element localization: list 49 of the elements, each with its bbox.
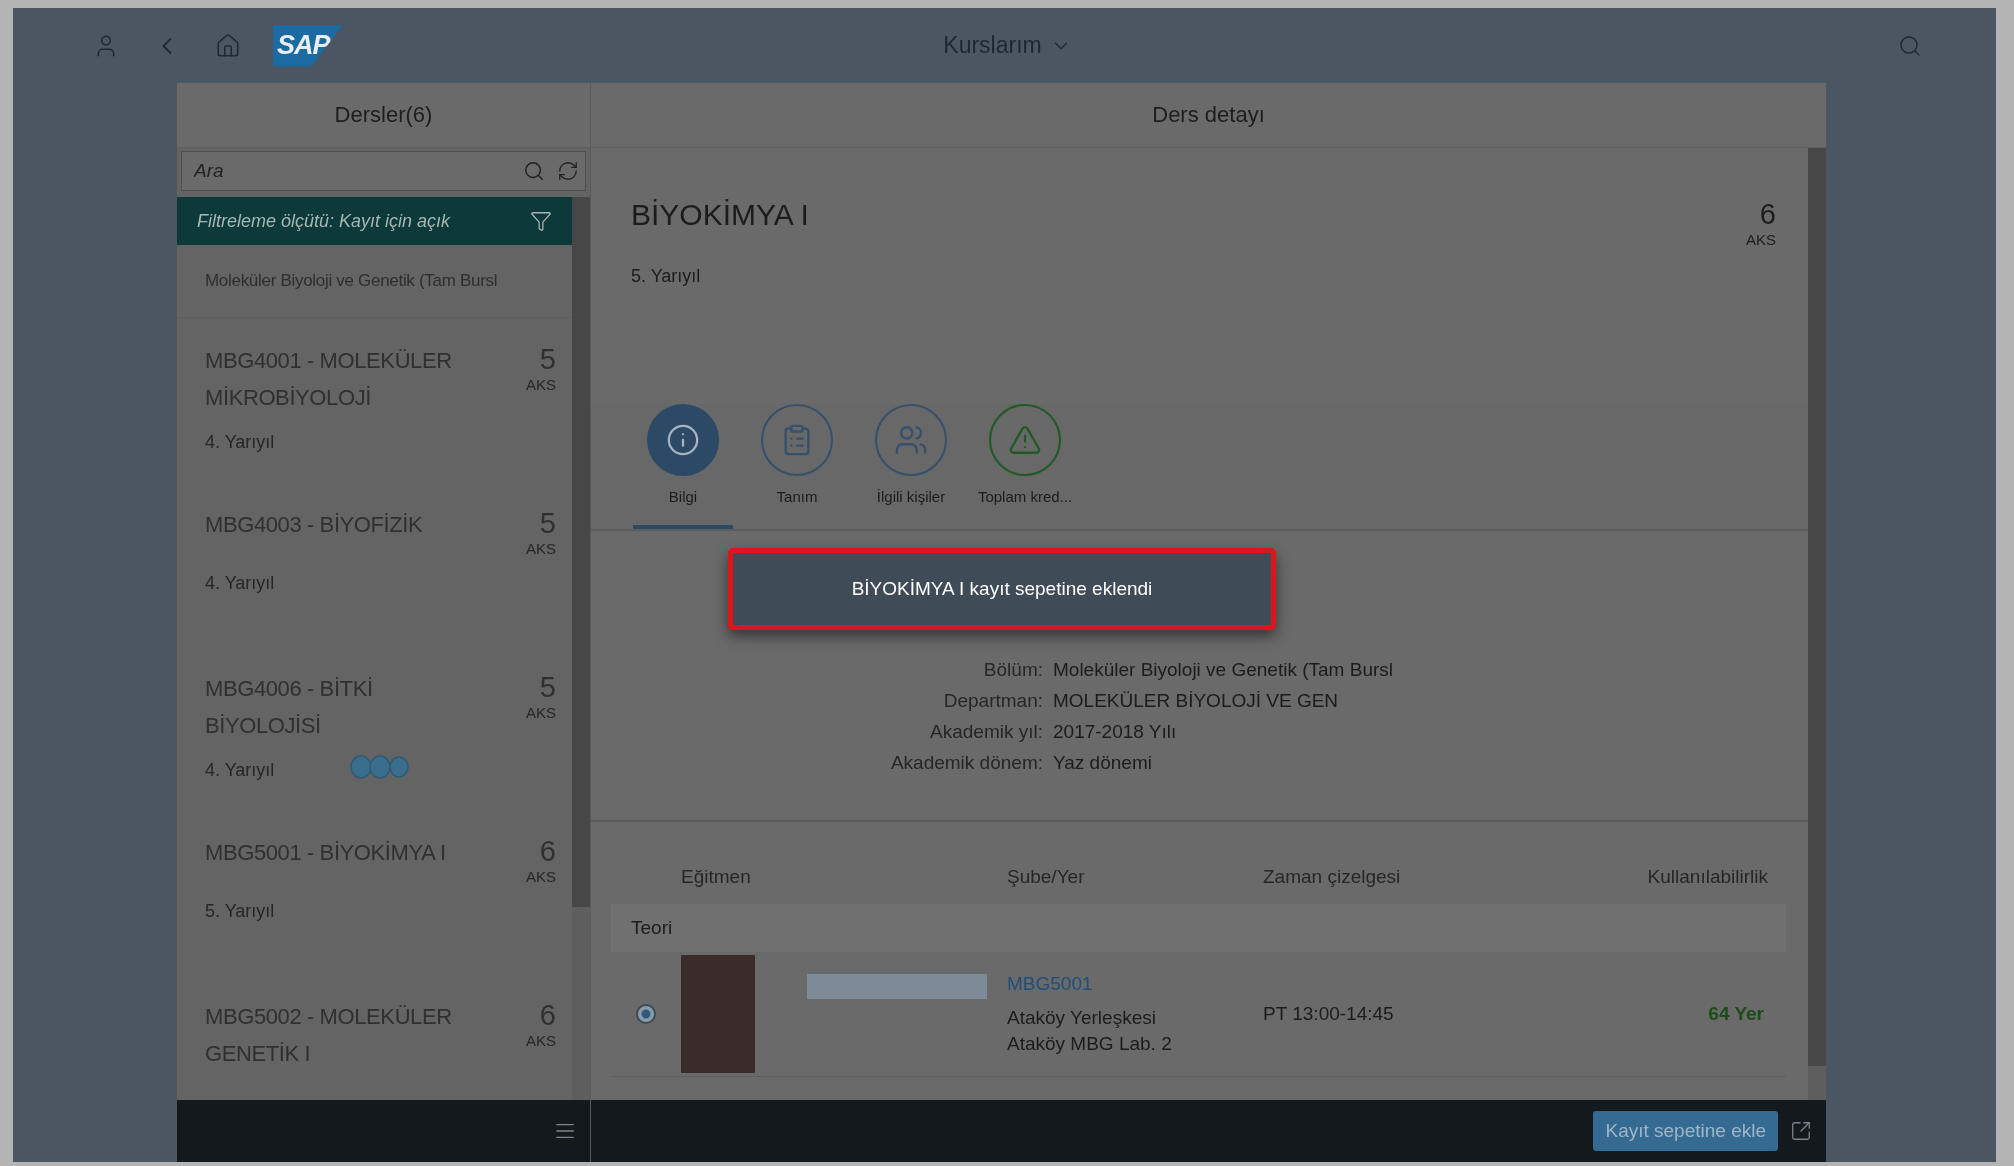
- field-value: MOLEKÜLER BİYOLOJİ VE GEN: [1053, 690, 1340, 712]
- add-to-cart-button[interactable]: Kayıt sepetine ekle: [1593, 1111, 1778, 1151]
- field-label: Bölüm:: [982, 659, 1043, 681]
- refresh-icon[interactable]: [557, 160, 579, 182]
- filter-icon[interactable]: [530, 210, 552, 232]
- search-icon[interactable]: [523, 160, 545, 182]
- time-text: PT 13:00-14:45: [1263, 1003, 1395, 1025]
- credit-unit: AKS: [526, 868, 556, 885]
- section-link[interactable]: MBG5001: [1007, 973, 1263, 995]
- column-header: Eğitmen: [681, 866, 752, 888]
- semester-text: 4. Yarıyıl: [205, 573, 276, 594]
- share-icon[interactable]: [1790, 1120, 1812, 1142]
- field-label: Akademik dönem:: [889, 752, 1043, 774]
- semester-text: 5. Yarıyıl: [205, 901, 276, 922]
- field-value: Moleküler Biyoloji ve Genetik (Tam Bursl: [1053, 659, 1394, 681]
- availability-text: 64 Yer: [1707, 1003, 1765, 1025]
- field-value: 2017-2018 Yılı: [1053, 721, 1178, 743]
- filter-text: Filtreleme ölçütü: Kayıt için açık: [197, 210, 451, 232]
- semester-text: 4. Yarıyıl: [205, 760, 276, 781]
- filter-bar[interactable]: Filtreleme ölçütü: Kayıt için açık: [177, 197, 572, 245]
- column-header: Şube/Yer: [1007, 866, 1086, 888]
- logo[interactable]: SAP: [273, 24, 343, 67]
- toast-message: BİYOKİMYA I kayıt sepetine eklendi: [728, 548, 1276, 630]
- panel-title: Dersler(6): [334, 102, 433, 128]
- semester-text: 5. Yarıyıl: [631, 266, 702, 287]
- column-header: Kullanılabilirlik: [1646, 866, 1769, 888]
- tab[interactable]: Tanım: [747, 404, 847, 529]
- panel-title: Ders detayı: [1152, 102, 1265, 128]
- credit-unit: AKS: [526, 704, 556, 721]
- credit-unit: AKS: [526, 376, 556, 393]
- credit-unit: AKS: [526, 540, 556, 557]
- field-value: Yaz dönemi: [1053, 752, 1153, 774]
- field-label: Akademik yıl:: [929, 721, 1043, 743]
- tab[interactable]: Toplam kred...: [975, 404, 1075, 529]
- location-text: Ataköy MBG Lab. 2: [1007, 1033, 1173, 1055]
- credit-unit: AKS: [526, 1032, 556, 1049]
- scrollbar[interactable]: [1808, 148, 1826, 1100]
- credit-number: 6: [1759, 198, 1776, 231]
- location-text: Ataköy Yerleşkesi: [1007, 1007, 1157, 1029]
- column-header: Zaman çizelgesi: [1263, 866, 1402, 888]
- radio-button[interactable]: [636, 1004, 656, 1024]
- scrollbar[interactable]: [572, 197, 590, 1100]
- field-label: Departman:: [942, 690, 1043, 712]
- semester-text: 4. Yarıyıl: [205, 432, 276, 453]
- tab[interactable]: İlgili kişiler: [861, 404, 961, 529]
- credit-unit: AKS: [1746, 231, 1776, 248]
- tab[interactable]: Bilgi: [633, 404, 733, 529]
- group-title: Teori: [631, 917, 673, 939]
- course-title: BİYOKİMYA I: [631, 198, 809, 232]
